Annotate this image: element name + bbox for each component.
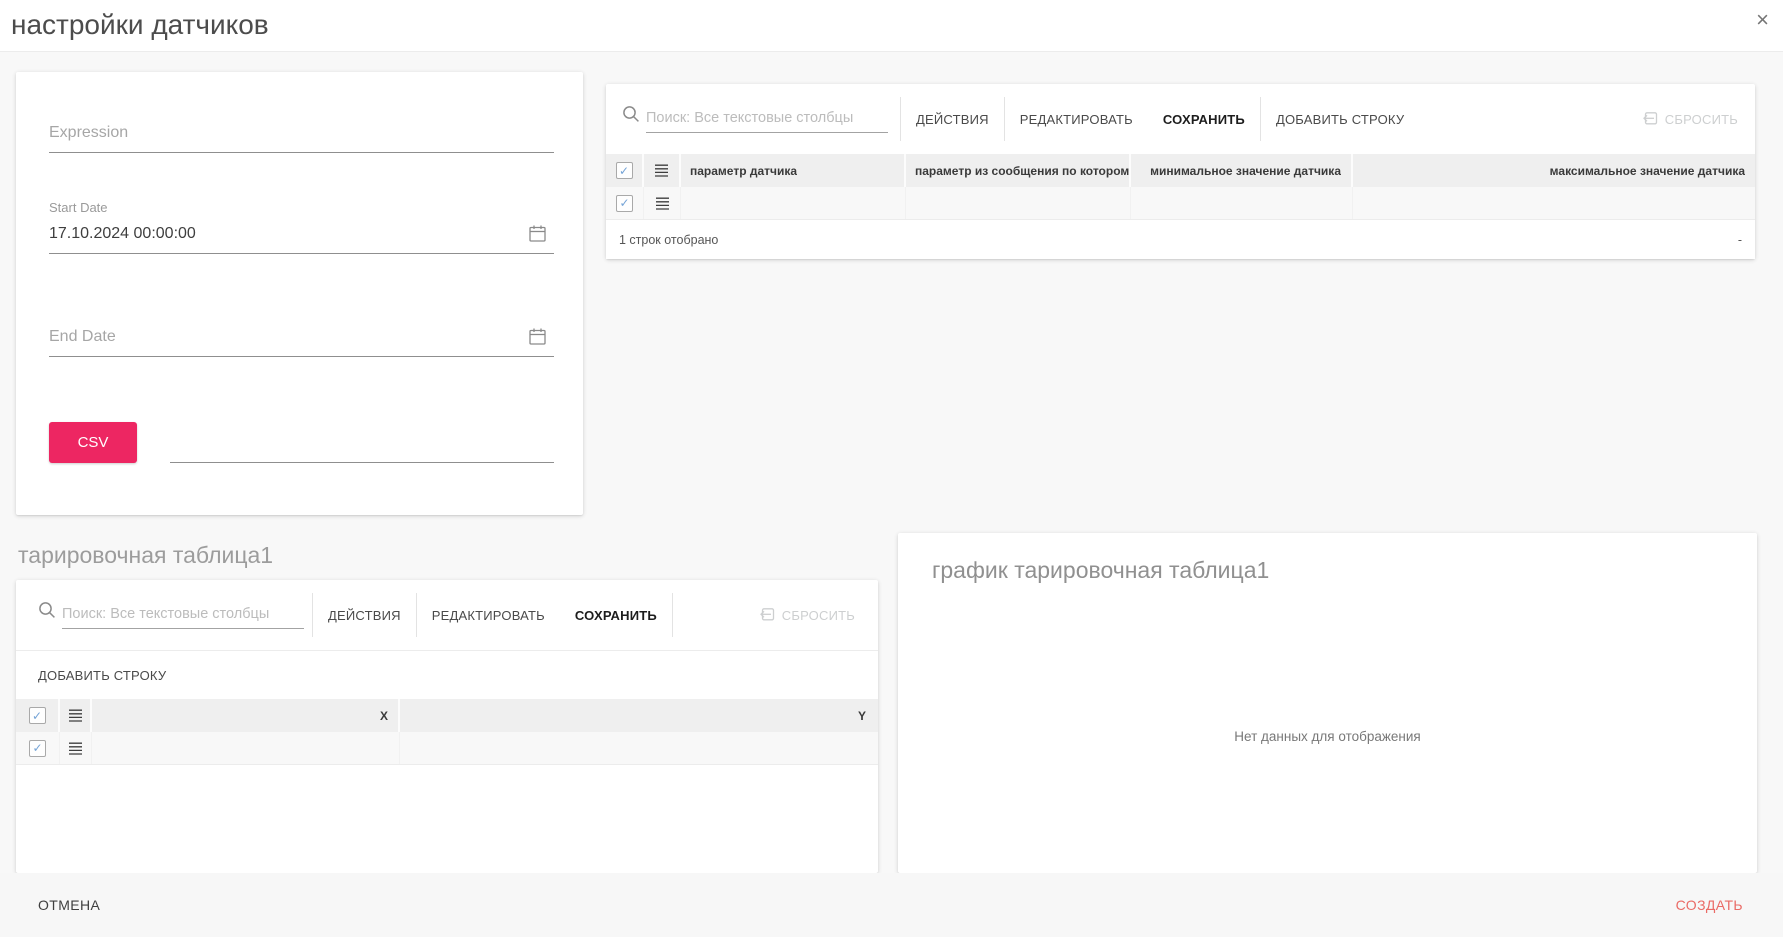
csv-file-field[interactable] xyxy=(170,424,554,463)
search-input[interactable] xyxy=(646,107,888,133)
select-all-checkbox[interactable]: ✓ xyxy=(29,707,46,724)
row-menu-icon[interactable] xyxy=(68,709,83,722)
column-header-y[interactable]: Y xyxy=(858,709,866,723)
select-all-checkbox[interactable]: ✓ xyxy=(616,162,633,179)
cell-min-value[interactable] xyxy=(1131,187,1353,219)
dialog-footer: ОТМЕНА СОЗДАТЬ xyxy=(0,873,1783,937)
end-date-calendar-icon[interactable] xyxy=(528,327,547,346)
calibration-chart-panel: график тарировочная таблица1 Нет данных … xyxy=(898,533,1757,873)
column-header-max-value[interactable]: максимальное значение датчика xyxy=(1550,164,1745,178)
chart-no-data-message: Нет данных для отображения xyxy=(898,729,1757,744)
expression-input[interactable] xyxy=(49,118,554,153)
dialog-header: настройки датчиков × xyxy=(0,0,1783,52)
sensor-form-panel: Start Date CSV xyxy=(16,72,583,515)
reset-icon xyxy=(1642,110,1658,129)
edit-button[interactable]: РЕДАКТИРОВАТЬ xyxy=(1005,84,1148,154)
search-input[interactable] xyxy=(62,603,304,629)
cancel-button[interactable]: ОТМЕНА xyxy=(38,897,100,913)
toolbar-divider xyxy=(672,593,673,637)
end-date-input[interactable] xyxy=(49,322,554,357)
close-icon[interactable]: × xyxy=(1756,8,1769,32)
rows-selected-status: 1 строк отобрано xyxy=(619,233,718,247)
calibration-grid-search xyxy=(38,601,304,629)
page-title: настройки датчиков xyxy=(11,5,269,45)
add-row-button[interactable]: ДОБАВИТЬ СТРОКУ xyxy=(16,651,181,699)
row-menu-icon[interactable] xyxy=(655,197,670,210)
save-button[interactable]: СОХРАНИТЬ xyxy=(1148,84,1260,154)
search-icon xyxy=(38,601,56,629)
sensor-grid-status-bar: 1 строк отобрано - xyxy=(606,220,1755,259)
cell-x[interactable] xyxy=(92,732,400,764)
search-icon xyxy=(622,105,640,133)
csv-button[interactable]: CSV xyxy=(49,422,137,463)
calibration-grid-header-row: ✓ X Y xyxy=(16,699,878,732)
reset-icon xyxy=(759,606,775,625)
row-checkbox[interactable]: ✓ xyxy=(616,195,633,212)
sensor-grid-header-row: ✓ параметр датчика параметр из сообщения… xyxy=(606,154,1755,187)
start-date-calendar-icon[interactable] xyxy=(528,224,547,243)
start-date-input[interactable] xyxy=(49,219,554,254)
row-menu-icon[interactable] xyxy=(68,742,83,755)
edit-button[interactable]: РЕДАКТИРОВАТЬ xyxy=(417,580,560,650)
check-icon: ✓ xyxy=(619,165,629,177)
add-row-button[interactable]: ДОБАВИТЬ СТРОКУ xyxy=(1261,84,1419,154)
actions-button[interactable]: ДЕЙСТВИЯ xyxy=(313,580,416,650)
chart-title: график тарировочная таблица1 xyxy=(932,557,1269,584)
reset-label: СБРОСИТЬ xyxy=(1665,112,1738,127)
status-bar-right: - xyxy=(1738,233,1742,247)
calibration-grid-toolbar: ДЕЙСТВИЯ РЕДАКТИРОВАТЬ СОХРАНИТЬ СБРОСИТ… xyxy=(16,580,878,650)
check-icon: ✓ xyxy=(619,197,629,209)
column-header-message-parameter[interactable]: параметр из сообщения по котором xyxy=(915,164,1129,178)
column-header-x[interactable]: X xyxy=(380,709,388,723)
save-button[interactable]: СОХРАНИТЬ xyxy=(560,580,672,650)
calibration-table-heading: тарировочная таблица1 xyxy=(18,542,273,569)
cell-max-value[interactable] xyxy=(1353,187,1755,219)
calibration-grid: ДЕЙСТВИЯ РЕДАКТИРОВАТЬ СОХРАНИТЬ СБРОСИТ… xyxy=(16,580,878,873)
table-row[interactable]: ✓ xyxy=(16,732,878,765)
start-date-label: Start Date xyxy=(49,200,108,215)
sensor-grid-search xyxy=(622,105,888,133)
row-menu-icon[interactable] xyxy=(654,164,669,177)
column-header-sensor-parameter[interactable]: параметр датчика xyxy=(690,164,797,178)
cell-sensor-parameter[interactable] xyxy=(681,187,906,219)
calibration-toolbar-row2: ДОБАВИТЬ СТРОКУ xyxy=(16,650,878,699)
reset-label: СБРОСИТЬ xyxy=(782,608,855,623)
actions-button[interactable]: ДЕЙСТВИЯ xyxy=(901,84,1004,154)
cell-message-parameter[interactable] xyxy=(906,187,1131,219)
reset-button[interactable]: СБРОСИТЬ xyxy=(744,580,870,650)
table-row[interactable]: ✓ xyxy=(606,187,1755,220)
column-header-min-value[interactable]: минимальное значение датчика xyxy=(1150,164,1341,178)
check-icon: ✓ xyxy=(32,742,42,754)
reset-button[interactable]: СБРОСИТЬ xyxy=(1627,84,1753,154)
sensor-parameters-grid: ДЕЙСТВИЯ РЕДАКТИРОВАТЬ СОХРАНИТЬ ДОБАВИТ… xyxy=(606,84,1755,259)
cell-y[interactable] xyxy=(400,732,878,764)
check-icon: ✓ xyxy=(32,710,42,722)
create-button[interactable]: СОЗДАТЬ xyxy=(1676,897,1743,913)
sensor-settings-dialog: настройки датчиков × Start Date xyxy=(0,0,1783,937)
sensor-grid-toolbar: ДЕЙСТВИЯ РЕДАКТИРОВАТЬ СОХРАНИТЬ ДОБАВИТ… xyxy=(606,84,1755,154)
row-checkbox[interactable]: ✓ xyxy=(29,740,46,757)
